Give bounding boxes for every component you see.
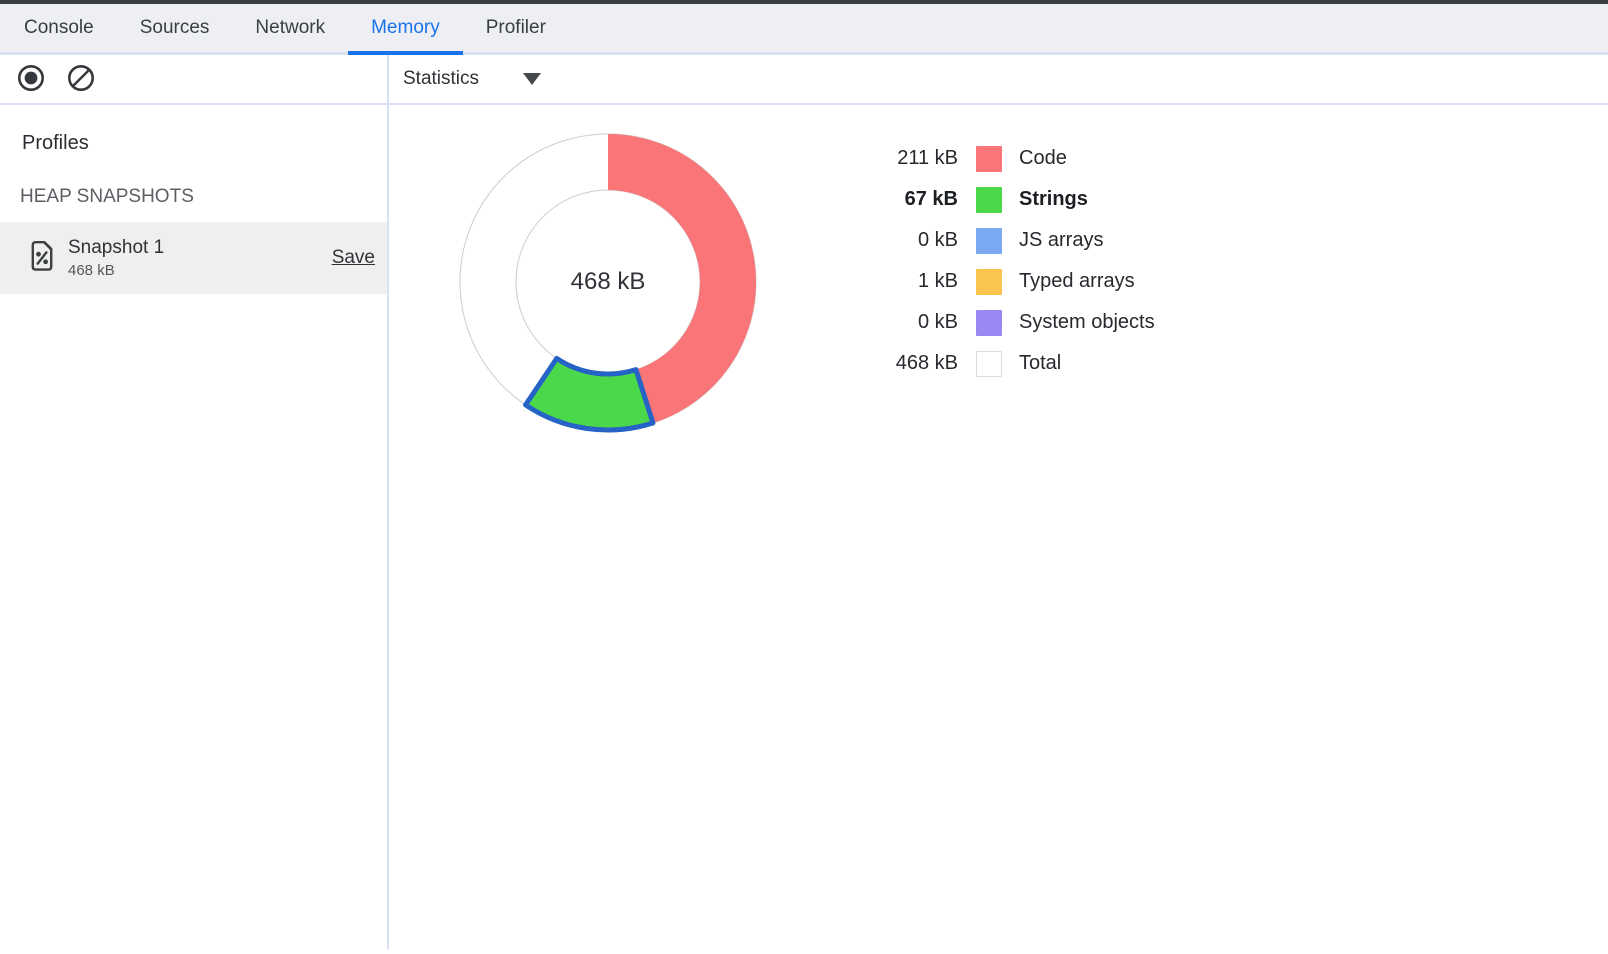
legend-label: Code xyxy=(1019,147,1067,170)
legend-swatch-typed-arrays xyxy=(976,269,1002,295)
record-icon xyxy=(17,64,45,95)
legend-swatch-total xyxy=(976,351,1002,377)
legend-swatch-system-objects xyxy=(976,310,1002,336)
save-snapshot-link[interactable]: Save xyxy=(332,247,375,269)
panel-tabbar: Console Sources Network Memory Profiler xyxy=(0,4,1608,55)
donut-chart-svg xyxy=(453,127,763,437)
donut-chart[interactable]: 468 kB xyxy=(453,127,763,437)
profiles-title: Profiles xyxy=(22,132,387,155)
clear-profiles-button[interactable] xyxy=(67,65,95,93)
tab-network[interactable]: Network xyxy=(232,4,348,52)
triangle-down-icon xyxy=(523,73,541,85)
legend-swatch-code xyxy=(976,146,1002,172)
donut-slice-strings[interactable] xyxy=(526,358,653,430)
legend-value: 1 kB xyxy=(838,270,958,293)
legend-label: Total xyxy=(1019,352,1061,375)
tab-console[interactable]: Console xyxy=(1,4,117,52)
legend-row-code[interactable]: 211 kB Code xyxy=(838,138,1155,179)
block-icon xyxy=(67,64,95,95)
legend-swatch-strings xyxy=(976,187,1002,213)
legend-value: 211 kB xyxy=(838,147,958,170)
legend-label: Typed arrays xyxy=(1019,270,1135,293)
toolbar-right: Statistics xyxy=(389,55,1608,103)
snapshot-info: Snapshot 1 468 kB xyxy=(68,237,332,279)
legend-value: 0 kB xyxy=(838,229,958,252)
legend-label: Strings xyxy=(1019,188,1088,211)
perspective-select[interactable]: Statistics xyxy=(403,68,541,90)
legend-value: 0 kB xyxy=(838,311,958,334)
tab-profiler[interactable]: Profiler xyxy=(463,4,569,52)
perspective-select-value: Statistics xyxy=(403,68,479,90)
legend-label: JS arrays xyxy=(1019,229,1103,252)
legend-value: 468 kB xyxy=(838,352,958,375)
toolbar-left xyxy=(0,55,389,103)
legend-label: System objects xyxy=(1019,311,1155,334)
snapshot-list-item[interactable]: Snapshot 1 468 kB Save xyxy=(0,222,387,294)
tab-sources[interactable]: Sources xyxy=(117,4,233,52)
donut-outline xyxy=(516,190,700,374)
legend-row-strings[interactable]: 67 kB Strings xyxy=(838,179,1155,220)
statistics-view: 468 kB 211 kB Code 67 kB Strings 0 kB JS… xyxy=(389,105,1608,949)
legend-row-total[interactable]: 468 kB Total xyxy=(838,343,1155,384)
legend-swatch-js-arrays xyxy=(976,228,1002,254)
panel-content: Profiles HEAP SNAPSHOTS Snapshot 1 468 k… xyxy=(0,105,1608,949)
snapshot-size: 468 kB xyxy=(68,262,332,279)
legend-row-js-arrays[interactable]: 0 kB JS arrays xyxy=(838,220,1155,261)
devtools-window: Console Sources Network Memory Profiler xyxy=(0,0,1608,949)
legend-value: 67 kB xyxy=(838,188,958,211)
legend-row-system-objects[interactable]: 0 kB System objects xyxy=(838,302,1155,343)
legend-row-typed-arrays[interactable]: 1 kB Typed arrays xyxy=(838,261,1155,302)
chart-legend: 211 kB Code 67 kB Strings 0 kB JS arrays… xyxy=(838,138,1155,384)
toolbar: Statistics xyxy=(0,55,1608,105)
heap-snapshots-section-title: HEAP SNAPSHOTS xyxy=(20,186,387,208)
profiles-sidebar: Profiles HEAP SNAPSHOTS Snapshot 1 468 k… xyxy=(0,105,389,949)
tab-memory[interactable]: Memory xyxy=(348,4,463,52)
record-heap-snapshot-button[interactable] xyxy=(17,65,45,93)
snapshot-name: Snapshot 1 xyxy=(68,237,332,259)
heap-snapshot-document-percent-icon xyxy=(29,239,55,278)
